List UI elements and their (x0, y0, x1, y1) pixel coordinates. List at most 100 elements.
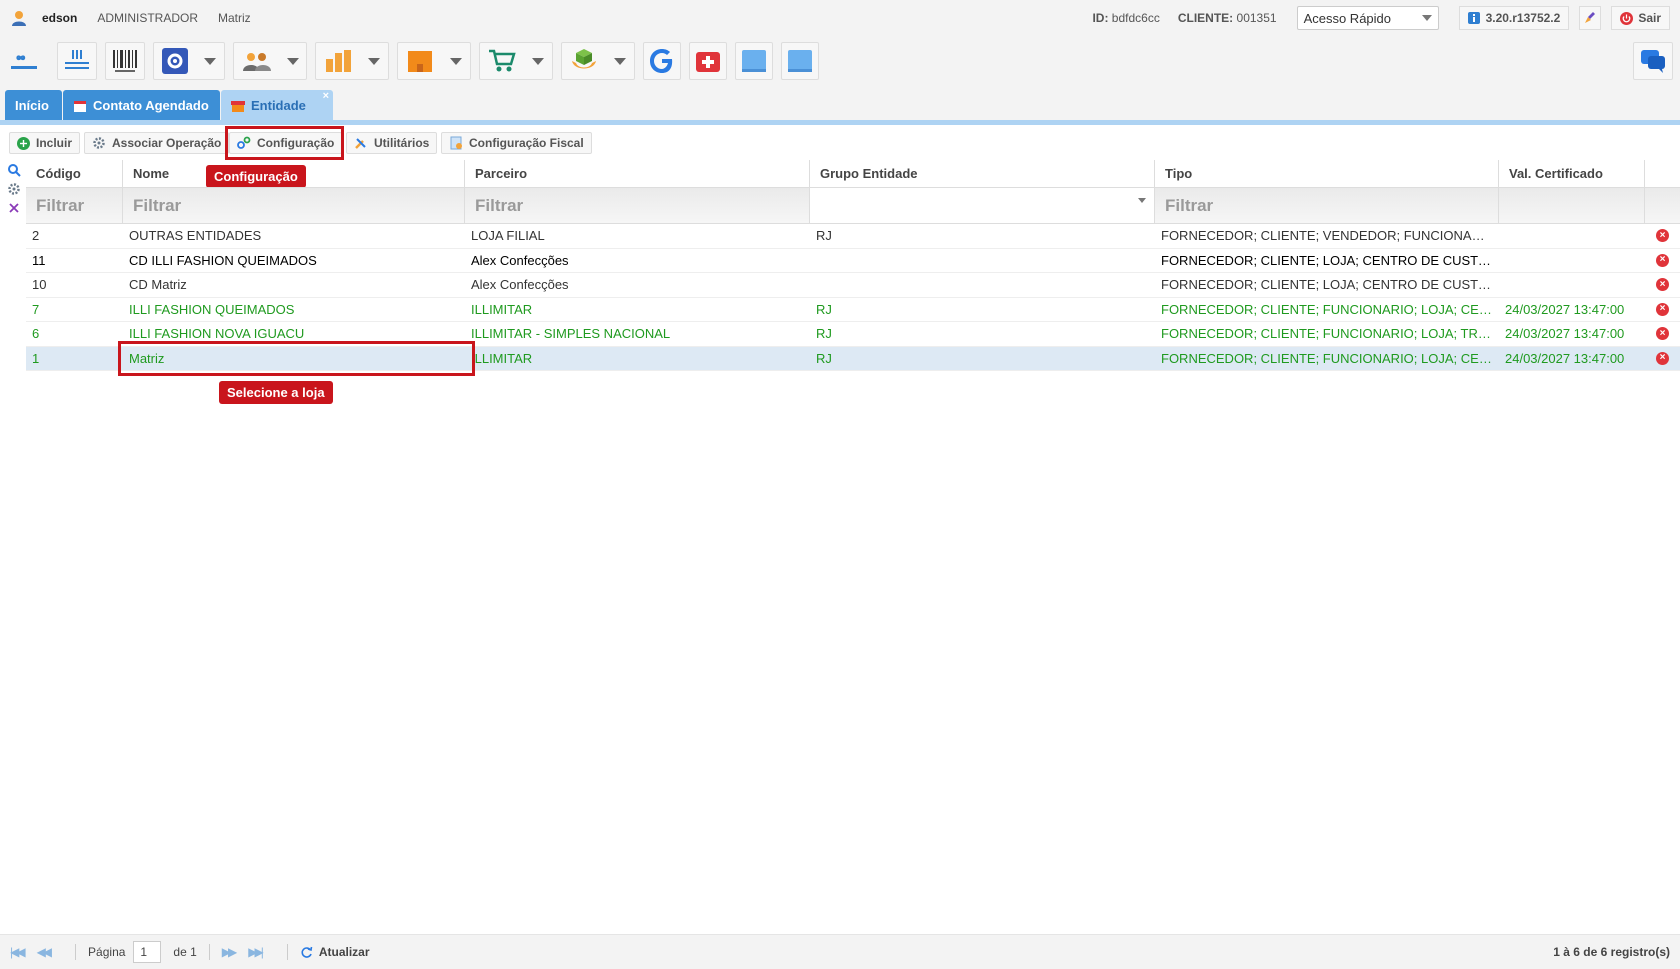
exit-label: Sair (1638, 11, 1661, 25)
search-icon[interactable] (7, 163, 21, 177)
tab-inicio[interactable]: Início (5, 90, 62, 121)
illi-store-button[interactable] (57, 42, 97, 80)
delete-row-button[interactable]: × (1645, 278, 1680, 292)
store-menu-button[interactable] (397, 42, 471, 80)
delete-icon: × (1656, 253, 1669, 267)
info-icon (1467, 12, 1480, 24)
header-grupo-entidade[interactable]: Grupo Entidade (810, 160, 1155, 187)
table-row[interactable]: 7 ILLI FASHION QUEIMADOS ILLIMITAR RJ FO… (26, 298, 1680, 322)
header-nome[interactable]: Nome (123, 160, 465, 187)
quick-access-select[interactable]: Acesso Rápido (1296, 6, 1439, 30)
cell-nome: CD ILLI FASHION QUEIMADOS (129, 252, 317, 268)
table-row[interactable]: 2 OUTRAS ENTIDADES LOJA FILIAL RJ FORNEC… (26, 224, 1680, 249)
cell-parceiro: ILLIMITAR (471, 350, 533, 366)
selecione-loja-highlight (118, 341, 475, 376)
record-count: 1 à 6 de 6 registro(s) (1553, 945, 1670, 959)
pagination-bar: |◀◀ ◀◀ Página 1 de 1 ▶▶ ▶▶| Atualizar 1 … (0, 934, 1680, 969)
blank-square-icon (742, 50, 766, 72)
delete-row-button[interactable]: × (1645, 229, 1680, 243)
delete-row-button[interactable]: × (1645, 302, 1680, 316)
illimitar-logo-button[interactable] (4, 42, 44, 80)
chevron-down-icon (1421, 15, 1432, 21)
header-val-certificado[interactable]: Val. Certificado (1499, 160, 1645, 187)
delete-row-button[interactable]: × (1645, 351, 1680, 365)
chat-button[interactable] (1633, 42, 1673, 80)
blank-module-button-1[interactable] (735, 42, 773, 80)
filter-val-certificado (1499, 188, 1645, 223)
utilitarios-label: Utilitários (374, 136, 430, 150)
table-row[interactable]: 11 CD ILLI FASHION QUEIMADOS Alex Confec… (26, 249, 1680, 273)
module-toolbar (0, 36, 1680, 86)
settings-menu-button[interactable] (153, 42, 225, 80)
power-icon (1620, 11, 1634, 25)
associar-label: Associar Operação (112, 136, 222, 150)
blank-module-button-2[interactable] (781, 42, 819, 80)
filter-codigo[interactable]: Filtrar (26, 188, 123, 223)
reports-menu-button[interactable] (315, 42, 389, 80)
clear-filter-icon[interactable] (7, 201, 21, 215)
chevron-down-icon (532, 57, 544, 65)
blank-square-icon (788, 50, 812, 72)
delete-icon: × (1656, 302, 1669, 316)
header-parceiro[interactable]: Parceiro (465, 160, 810, 187)
cell-tipo: FORNECEDOR; CLIENTE; LOJA; CENTRO DE CUS… (1161, 277, 1499, 293)
cell-cert: 24/03/2027 13:47:00 (1505, 326, 1625, 342)
client-id: CLIENTE: 001351 (1177, 11, 1277, 25)
cell-nome: ILLI FASHION QUEIMADOS (129, 301, 295, 317)
tab-entidade[interactable]: Entidade × (221, 90, 333, 121)
delete-row-button[interactable]: × (1645, 327, 1680, 341)
configuracao-fiscal-button[interactable]: Configuração Fiscal (441, 132, 592, 154)
utilitarios-button[interactable]: Utilitários (346, 132, 438, 154)
product-box-icon (572, 49, 596, 69)
filter-parceiro[interactable]: Filtrar (465, 188, 810, 223)
page-number-input[interactable]: 1 (133, 941, 162, 963)
gear-icon (162, 48, 188, 74)
tab-contato-agendado[interactable]: Contato Agendado (63, 90, 220, 121)
page-total-label: de 1 (173, 945, 197, 959)
table-row[interactable]: 10 CD Matriz Alex Confecções FORNECEDOR;… (26, 273, 1680, 298)
chevron-down-icon (614, 57, 626, 65)
username: edson (42, 11, 78, 25)
gear-icon[interactable] (7, 182, 21, 196)
tab-label: Entidade (251, 98, 306, 113)
close-tab-icon[interactable]: × (323, 90, 329, 102)
header-codigo[interactable]: Código (26, 160, 123, 187)
first-page-icon[interactable]: |◀◀ (10, 945, 25, 959)
store-icon (231, 100, 245, 112)
tab-bar: Início Contato Agendado Entidade × (0, 86, 1680, 124)
help-button[interactable] (689, 42, 727, 80)
calendar-icon (74, 100, 86, 112)
delete-row-button[interactable]: × (1645, 253, 1680, 267)
boleto-button[interactable] (105, 42, 145, 80)
filter-nome[interactable]: Filtrar (123, 188, 465, 223)
previous-page-icon[interactable]: ◀◀ (37, 945, 53, 959)
refresh-button[interactable]: Atualizar (300, 945, 370, 959)
header-tipo[interactable]: Tipo (1155, 160, 1499, 187)
delete-icon: × (1656, 278, 1669, 292)
grid-filter-row: Filtrar Filtrar Filtrar Filtrar (26, 188, 1680, 224)
clean-cache-button[interactable] (1579, 6, 1602, 30)
tab-label: Início (15, 98, 49, 113)
next-page-icon[interactable]: ▶▶ (222, 945, 238, 959)
incluir-button[interactable]: Incluir (9, 132, 81, 154)
illi-store-icon (65, 50, 89, 69)
sales-menu-button[interactable] (479, 42, 553, 80)
exit-button[interactable]: Sair (1611, 6, 1670, 30)
gear-icon (93, 137, 105, 149)
associar-operacao-button[interactable]: Associar Operação (84, 132, 230, 154)
filter-tipo[interactable]: Filtrar (1155, 188, 1499, 223)
version-button[interactable]: 3.20.r13752.2 (1458, 6, 1570, 30)
cell-codigo: 11 (32, 252, 46, 268)
filter-grupo-entidade[interactable] (810, 188, 1155, 223)
delete-icon: × (1656, 229, 1669, 243)
last-page-icon[interactable]: ▶▶| (248, 945, 263, 959)
store-icon (407, 51, 432, 72)
people-menu-button[interactable] (233, 42, 307, 80)
entidade-grid: Código Nome Parceiro Grupo Entidade Tipo… (26, 160, 1680, 371)
divider (75, 944, 77, 960)
products-menu-button[interactable] (561, 42, 635, 80)
cell-tipo: FORNECEDOR; CLIENTE; FUNCIONARIO; LOJA; … (1161, 301, 1499, 317)
cell-nome: CD Matriz (129, 277, 187, 293)
google-button[interactable] (643, 42, 681, 80)
cell-nome: OUTRAS ENTIDADES (129, 228, 262, 244)
